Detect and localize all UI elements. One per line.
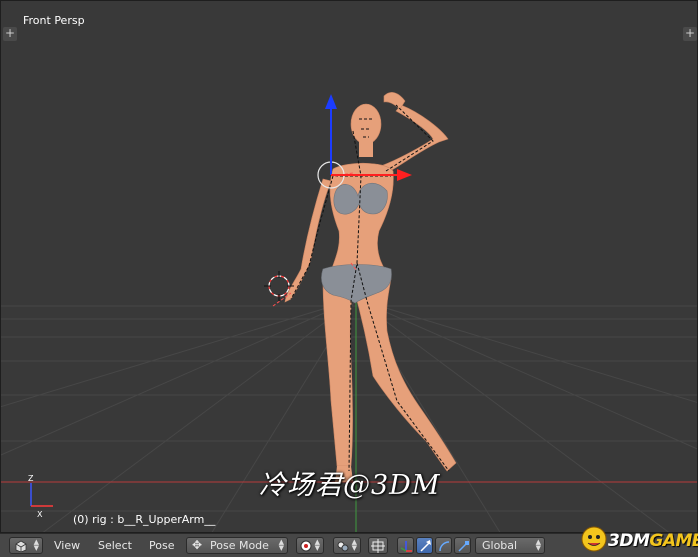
pivot-point-select[interactable]: ▲ ▼ [333, 537, 361, 554]
menu-view[interactable]: View [54, 539, 80, 552]
editor-type-button[interactable]: ▲ ▼ [9, 537, 43, 554]
selected-bone-info: (0) rig : b__R_UpperArm__ [73, 513, 216, 526]
translate-manipulator-button[interactable] [416, 537, 433, 554]
gizmo-x-arrow [397, 169, 412, 181]
menu-pose[interactable]: Pose [149, 539, 174, 552]
axis-x-label: X [37, 510, 43, 519]
character-model[interactable] [272, 92, 457, 483]
logo-text-suffix: GAME [649, 531, 698, 551]
viewport-shading-select[interactable]: ▲ ▼ [296, 537, 324, 554]
scale-icon [458, 541, 469, 552]
region-expand-right-button[interactable]: + [683, 27, 697, 41]
watermark-text: 冷场君@3DM [259, 470, 441, 501]
pivot-icon [337, 541, 349, 552]
scene-canvas[interactable]: Z X [1, 1, 698, 533]
logo-mascot-icon [581, 526, 607, 552]
translate-arrow-icon [420, 540, 431, 552]
manipulator-axis-button[interactable] [397, 537, 414, 554]
axis-z-label: Z [28, 474, 34, 483]
rotate-manipulator-button[interactable] [435, 537, 452, 554]
cube-icon [15, 540, 27, 552]
updown-icon: ▲ ▼ [278, 538, 284, 552]
manipulator-icon [371, 539, 385, 553]
logo-text-prefix: 3DM [608, 531, 650, 551]
updown-icon: ▲ ▼ [33, 538, 39, 552]
orientation-select[interactable]: Global ▲ ▼ [475, 537, 545, 554]
updown-icon: ▲ ▼ [535, 538, 541, 552]
mode-label: Pose Mode [210, 539, 269, 552]
mode-select[interactable]: ✥ Pose Mode ▲ ▼ [186, 537, 288, 554]
axis-orientation-widget: Z X [28, 474, 53, 519]
transform-manipulator-toggle[interactable] [368, 537, 388, 554]
axis-icon [400, 541, 412, 552]
view-label: Front Persp [23, 14, 85, 27]
site-logo: 3DMGAME [578, 521, 698, 555]
scale-manipulator-button[interactable] [454, 537, 471, 554]
updown-icon: ▲ ▼ [351, 538, 357, 552]
region-expand-left-button[interactable]: + [3, 27, 17, 41]
rotate-arc-icon [439, 541, 450, 552]
orientation-label: Global [482, 539, 518, 552]
shading-sphere-icon [300, 540, 312, 552]
menu-select[interactable]: Select [98, 539, 132, 552]
gizmo-z-arrow [325, 94, 337, 109]
updown-icon: ▲ ▼ [314, 538, 320, 552]
3d-viewport[interactable]: Z X Front Persp + + (0) rig : b__R_Upper… [0, 0, 698, 533]
pose-mode-icon: ✥ [192, 538, 203, 552]
